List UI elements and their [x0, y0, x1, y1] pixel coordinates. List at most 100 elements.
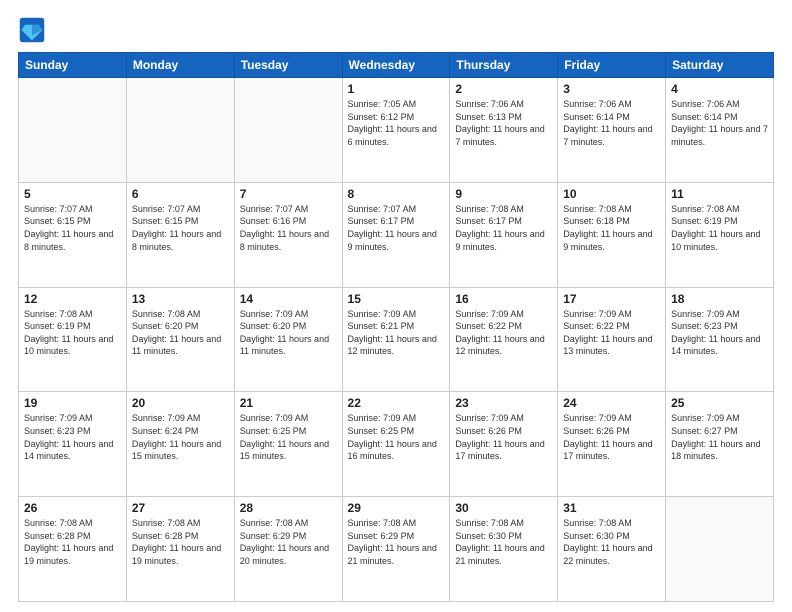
- day-number: 29: [348, 501, 445, 515]
- day-info: Sunrise: 7:09 AM Sunset: 6:22 PM Dayligh…: [563, 308, 660, 358]
- day-cell: [234, 78, 342, 183]
- week-row-3: 12 Sunrise: 7:08 AM Sunset: 6:19 PM Dayli…: [19, 287, 774, 392]
- day-header-monday: Monday: [126, 53, 234, 78]
- day-number: 13: [132, 292, 229, 306]
- day-number: 10: [563, 187, 660, 201]
- day-number: 18: [671, 292, 768, 306]
- day-info: Sunrise: 7:09 AM Sunset: 6:21 PM Dayligh…: [348, 308, 445, 358]
- day-info: Sunrise: 7:08 AM Sunset: 6:18 PM Dayligh…: [563, 203, 660, 253]
- day-cell: 26 Sunrise: 7:08 AM Sunset: 6:28 PM Dayli…: [19, 497, 127, 602]
- day-cell: 11 Sunrise: 7:08 AM Sunset: 6:19 PM Dayli…: [666, 182, 774, 287]
- day-cell: 12 Sunrise: 7:08 AM Sunset: 6:19 PM Dayli…: [19, 287, 127, 392]
- day-info: Sunrise: 7:08 AM Sunset: 6:29 PM Dayligh…: [240, 517, 337, 567]
- week-row-1: 1 Sunrise: 7:05 AM Sunset: 6:12 PM Daylig…: [19, 78, 774, 183]
- day-cell: 3Sunrise: 7:06 AM Sunset: 6:14 PM Daylig…: [558, 78, 666, 183]
- day-cell: [666, 497, 774, 602]
- calendar: SundayMondayTuesdayWednesdayThursdayFrid…: [18, 52, 774, 602]
- day-header-tuesday: Tuesday: [234, 53, 342, 78]
- day-cell: 28 Sunrise: 7:08 AM Sunset: 6:29 PM Dayli…: [234, 497, 342, 602]
- day-info: Sunrise: 7:09 AM Sunset: 6:25 PM Dayligh…: [348, 412, 445, 462]
- day-number: 19: [24, 396, 121, 410]
- day-cell: 24Sunrise: 7:09 AM Sunset: 6:26 PM Dayli…: [558, 392, 666, 497]
- day-cell: 20Sunrise: 7:09 AM Sunset: 6:24 PM Dayli…: [126, 392, 234, 497]
- day-info: Sunrise: 7:08 AM Sunset: 6:17 PM Dayligh…: [455, 203, 552, 253]
- day-number: 31: [563, 501, 660, 515]
- day-info: Sunrise: 7:08 AM Sunset: 6:29 PM Dayligh…: [348, 517, 445, 567]
- day-number: 26: [24, 501, 121, 515]
- day-cell: 17 Sunrise: 7:09 AM Sunset: 6:22 PM Dayli…: [558, 287, 666, 392]
- day-info: Sunrise: 7:08 AM Sunset: 6:19 PM Dayligh…: [24, 308, 121, 358]
- day-cell: 4Sunrise: 7:06 AM Sunset: 6:14 PM Daylig…: [666, 78, 774, 183]
- logo-icon: [18, 16, 46, 44]
- day-cell: 29 Sunrise: 7:08 AM Sunset: 6:29 PM Dayli…: [342, 497, 450, 602]
- day-info: Sunrise: 7:09 AM Sunset: 6:20 PM Dayligh…: [240, 308, 337, 358]
- day-number: 23: [455, 396, 552, 410]
- day-info: Sunrise: 7:09 AM Sunset: 6:22 PM Dayligh…: [455, 308, 552, 358]
- day-info: Sunrise: 7:07 AM Sunset: 6:15 PM Dayligh…: [24, 203, 121, 253]
- day-cell: 7 Sunrise: 7:07 AM Sunset: 6:16 PM Daylig…: [234, 182, 342, 287]
- week-row-5: 26 Sunrise: 7:08 AM Sunset: 6:28 PM Dayli…: [19, 497, 774, 602]
- day-info: Sunrise: 7:08 AM Sunset: 6:20 PM Dayligh…: [132, 308, 229, 358]
- day-cell: 31 Sunrise: 7:08 AM Sunset: 6:30 PM Dayli…: [558, 497, 666, 602]
- day-number: 5: [24, 187, 121, 201]
- day-header-sunday: Sunday: [19, 53, 127, 78]
- day-info: Sunrise: 7:07 AM Sunset: 6:17 PM Dayligh…: [348, 203, 445, 253]
- day-number: 14: [240, 292, 337, 306]
- day-info: Sunrise: 7:05 AM Sunset: 6:12 PM Dayligh…: [348, 98, 445, 148]
- day-number: 1: [348, 82, 445, 96]
- day-cell: 13 Sunrise: 7:08 AM Sunset: 6:20 PM Dayli…: [126, 287, 234, 392]
- day-cell: 14 Sunrise: 7:09 AM Sunset: 6:20 PM Dayli…: [234, 287, 342, 392]
- day-cell: 10 Sunrise: 7:08 AM Sunset: 6:18 PM Dayli…: [558, 182, 666, 287]
- day-number: 21: [240, 396, 337, 410]
- day-number: 6: [132, 187, 229, 201]
- day-number: 7: [240, 187, 337, 201]
- day-number: 12: [24, 292, 121, 306]
- day-info: Sunrise: 7:07 AM Sunset: 6:15 PM Dayligh…: [132, 203, 229, 253]
- day-header-thursday: Thursday: [450, 53, 558, 78]
- day-info: Sunrise: 7:08 AM Sunset: 6:28 PM Dayligh…: [132, 517, 229, 567]
- page: SundayMondayTuesdayWednesdayThursdayFrid…: [0, 0, 792, 612]
- day-info: Sunrise: 7:08 AM Sunset: 6:30 PM Dayligh…: [563, 517, 660, 567]
- day-number: 11: [671, 187, 768, 201]
- day-cell: [126, 78, 234, 183]
- day-info: Sunrise: 7:08 AM Sunset: 6:19 PM Dayligh…: [671, 203, 768, 253]
- day-number: 8: [348, 187, 445, 201]
- day-header-friday: Friday: [558, 53, 666, 78]
- day-info: Sunrise: 7:07 AM Sunset: 6:16 PM Dayligh…: [240, 203, 337, 253]
- day-info: Sunrise: 7:09 AM Sunset: 6:26 PM Dayligh…: [563, 412, 660, 462]
- day-cell: 30Sunrise: 7:08 AM Sunset: 6:30 PM Dayli…: [450, 497, 558, 602]
- day-cell: 2Sunrise: 7:06 AM Sunset: 6:13 PM Daylig…: [450, 78, 558, 183]
- day-info: Sunrise: 7:09 AM Sunset: 6:23 PM Dayligh…: [24, 412, 121, 462]
- day-number: 25: [671, 396, 768, 410]
- day-cell: 19 Sunrise: 7:09 AM Sunset: 6:23 PM Dayli…: [19, 392, 127, 497]
- day-number: 15: [348, 292, 445, 306]
- day-number: 22: [348, 396, 445, 410]
- logo: [18, 16, 50, 44]
- day-number: 27: [132, 501, 229, 515]
- day-cell: 1 Sunrise: 7:05 AM Sunset: 6:12 PM Daylig…: [342, 78, 450, 183]
- day-info: Sunrise: 7:09 AM Sunset: 6:24 PM Dayligh…: [132, 412, 229, 462]
- day-info: Sunrise: 7:08 AM Sunset: 6:28 PM Dayligh…: [24, 517, 121, 567]
- week-row-2: 5 Sunrise: 7:07 AM Sunset: 6:15 PM Daylig…: [19, 182, 774, 287]
- day-cell: 8 Sunrise: 7:07 AM Sunset: 6:17 PM Daylig…: [342, 182, 450, 287]
- day-header-wednesday: Wednesday: [342, 53, 450, 78]
- day-cell: 21 Sunrise: 7:09 AM Sunset: 6:25 PM Dayli…: [234, 392, 342, 497]
- day-number: 17: [563, 292, 660, 306]
- day-cell: 5 Sunrise: 7:07 AM Sunset: 6:15 PM Daylig…: [19, 182, 127, 287]
- day-number: 30: [455, 501, 552, 515]
- day-info: Sunrise: 7:06 AM Sunset: 6:14 PM Dayligh…: [671, 98, 768, 148]
- day-cell: 25 Sunrise: 7:09 AM Sunset: 6:27 PM Dayli…: [666, 392, 774, 497]
- day-cell: 9Sunrise: 7:08 AM Sunset: 6:17 PM Daylig…: [450, 182, 558, 287]
- day-cell: 16 Sunrise: 7:09 AM Sunset: 6:22 PM Dayli…: [450, 287, 558, 392]
- week-row-4: 19 Sunrise: 7:09 AM Sunset: 6:23 PM Dayli…: [19, 392, 774, 497]
- day-number: 28: [240, 501, 337, 515]
- header: [18, 16, 774, 44]
- day-header-saturday: Saturday: [666, 53, 774, 78]
- day-cell: 27 Sunrise: 7:08 AM Sunset: 6:28 PM Dayli…: [126, 497, 234, 602]
- day-number: 16: [455, 292, 552, 306]
- day-info: Sunrise: 7:09 AM Sunset: 6:27 PM Dayligh…: [671, 412, 768, 462]
- day-info: Sunrise: 7:09 AM Sunset: 6:25 PM Dayligh…: [240, 412, 337, 462]
- day-info: Sunrise: 7:06 AM Sunset: 6:13 PM Dayligh…: [455, 98, 552, 148]
- day-info: Sunrise: 7:09 AM Sunset: 6:23 PM Dayligh…: [671, 308, 768, 358]
- day-info: Sunrise: 7:09 AM Sunset: 6:26 PM Dayligh…: [455, 412, 552, 462]
